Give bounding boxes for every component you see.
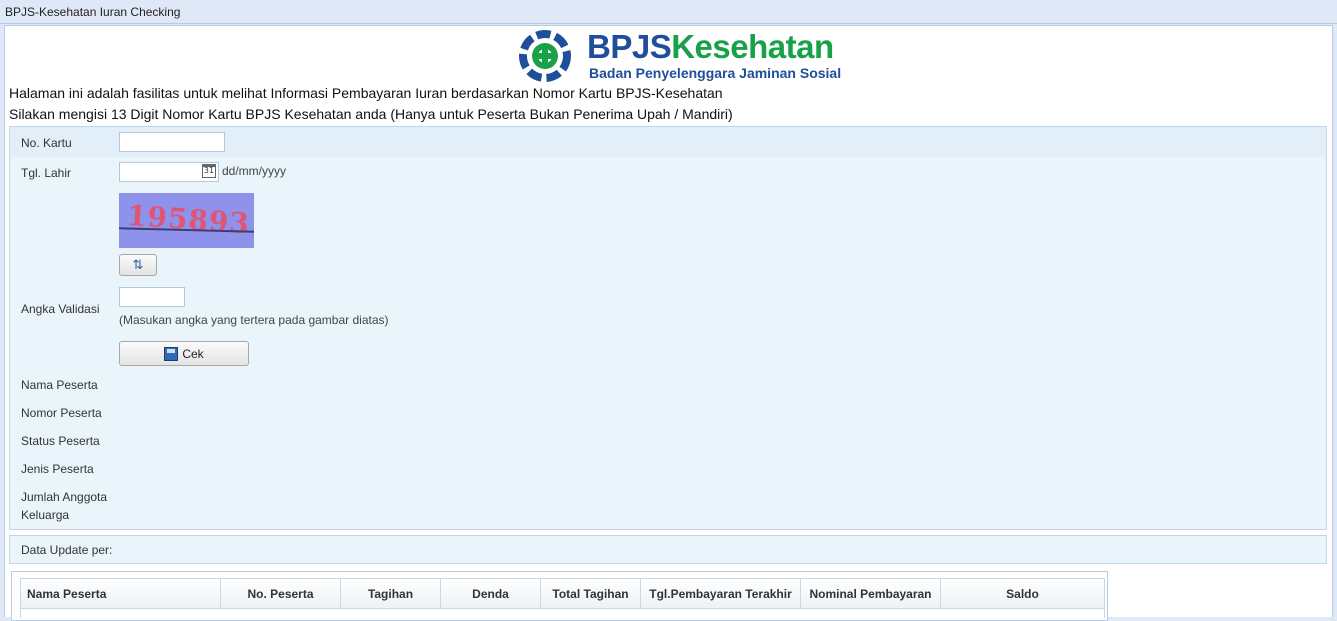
window-title-bar: BPJS-Kesehatan Iuran Checking <box>0 0 1337 24</box>
jumlah-anggota-label-line1: Jumlah Anggota <box>21 490 108 504</box>
no-kartu-input[interactable] <box>119 132 225 152</box>
jumlah-anggota-label-line2: Keluarga <box>21 508 70 522</box>
angka-validasi-hint: (Masukan angka yang tertera pada gambar … <box>119 313 389 327</box>
window-title: BPJS-Kesehatan Iuran Checking <box>5 5 181 19</box>
results-grid-container: Nama Peserta No. Peserta Tagihan Denda T… <box>11 571 1108 621</box>
column-header-total-tagihan[interactable]: Total Tagihan <box>541 579 641 608</box>
captcha-digits: 195893 <box>125 198 251 241</box>
data-update-bar: Data Update per: <box>9 535 1327 564</box>
status-peserta-label: Status Peserta <box>21 434 100 448</box>
brand-tagline: Badan Penyelenggara Jaminan Sosial <box>589 65 842 81</box>
intro-text-line2: Silakan mengisi 13 Digit Nomor Kartu BPJ… <box>9 106 733 122</box>
date-format-hint: dd/mm/yyyy <box>222 164 287 178</box>
column-header-denda[interactable]: Denda <box>441 579 541 608</box>
cek-button-label: Cek <box>182 346 204 361</box>
column-header-tagihan[interactable]: Tagihan <box>341 579 441 608</box>
check-form: No. Kartu Tgl. Lahir 31 dd/mm/yyyy 19589… <box>9 126 1327 530</box>
nama-peserta-label: Nama Peserta <box>21 378 98 392</box>
cek-button[interactable]: Cek <box>119 341 249 366</box>
jenis-peserta-label: Jenis Peserta <box>21 462 94 476</box>
floppy-icon <box>164 346 179 361</box>
column-header-nominal-pembayaran[interactable]: Nominal Pembayaran <box>801 579 941 608</box>
angka-validasi-label: Angka Validasi <box>21 302 100 316</box>
tgl-lahir-label: Tgl. Lahir <box>21 166 72 180</box>
refresh-icon: ⇅ <box>132 257 144 273</box>
results-grid: Nama Peserta No. Peserta Tagihan Denda T… <box>20 578 1105 618</box>
bpjs-logo: BPJSKesehatan Badan Penyelenggara Jamina… <box>517 28 841 84</box>
no-kartu-label: No. Kartu <box>21 136 72 150</box>
brand-name: BPJSKesehatan <box>587 28 834 66</box>
brand-name-part2: Kesehatan <box>671 28 834 65</box>
column-header-no-peserta[interactable]: No. Peserta <box>221 579 341 608</box>
refresh-captcha-button[interactable]: ⇅ <box>119 254 157 276</box>
brand-name-part1: BPJS <box>587 28 672 65</box>
intro-text-line1: Halaman ini adalah fasilitas untuk melih… <box>9 85 723 101</box>
bpjs-emblem-icon <box>519 30 571 82</box>
captcha-image: 195893 <box>119 193 254 248</box>
calendar-icon[interactable]: 31 <box>202 164 216 178</box>
angka-validasi-input[interactable] <box>119 287 185 307</box>
column-header-tgl-pembayaran[interactable]: Tgl.Pembayaran Terakhir <box>641 579 801 608</box>
grid-header-row: Nama Peserta No. Peserta Tagihan Denda T… <box>21 579 1104 609</box>
main-panel: BPJSKesehatan Badan Penyelenggara Jamina… <box>4 25 1333 621</box>
column-header-nama-peserta[interactable]: Nama Peserta <box>21 579 221 608</box>
column-header-saldo[interactable]: Saldo <box>941 579 1104 608</box>
data-update-label: Data Update per: <box>21 543 113 557</box>
nomor-peserta-label: Nomor Peserta <box>21 406 102 420</box>
